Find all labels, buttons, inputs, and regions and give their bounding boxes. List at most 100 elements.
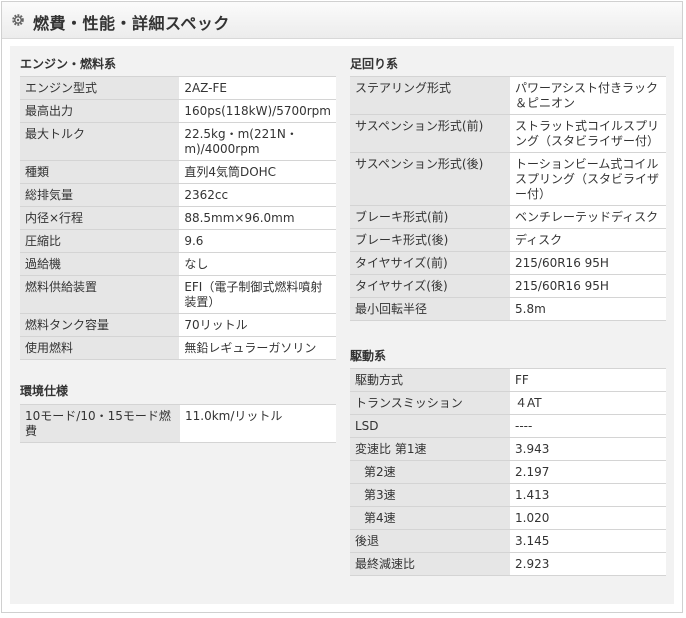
spec-row: 最小回転半径 5.8m [350, 297, 666, 321]
spec-value: 1.020 [510, 506, 666, 530]
spec-value: 2AZ-FE [179, 76, 336, 100]
spec-value: EFI（電子制御式燃料噴射装置） [179, 275, 336, 314]
spec-label: ステアリング形式 [350, 76, 510, 115]
spec-row: ブレーキ形式(後) ディスク [350, 228, 666, 252]
spec-row: サスペンション形式(後) トーションビーム式コイルスプリング（スタビライザー付） [350, 152, 666, 206]
environment-spec-table: 10モード/10・15モード燃費 11.0km/リットル [20, 404, 336, 443]
spec-row: ブレーキ形式(前) ベンチレーテッドディスク [350, 205, 666, 229]
spec-row: 内径×行程 88.5mm×96.0mm [20, 206, 336, 230]
spec-row: 総排気量 2362cc [20, 183, 336, 207]
section-title-engine: エンジン・燃料系 [20, 57, 117, 71]
spec-label: サスペンション形式(後) [350, 152, 510, 206]
spec-value: ---- [510, 414, 666, 438]
spec-row: 駆動方式 FF [350, 368, 666, 392]
spec-value: 215/60R16 95H [510, 251, 666, 275]
spec-row: 燃料タンク容量 70リットル [20, 313, 336, 337]
spec-label: トランスミッション [350, 391, 510, 415]
spec-row: タイヤサイズ(後) 215/60R16 95H [350, 274, 666, 298]
spec-row: 最終減速比 2.923 [350, 552, 666, 576]
spec-value: 直列4気筒DOHC [179, 160, 336, 184]
spec-label: タイヤサイズ(前) [350, 251, 510, 275]
spec-label: 使用燃料 [20, 336, 180, 360]
spec-panel: エンジン・燃料系 エンジン型式 2AZ-FE 最高出力 160ps(118kW)/57… [10, 46, 674, 604]
spec-label: サスペンション形式(前) [350, 114, 510, 153]
spec-value: 無鉛レギュラーガソリン [179, 336, 336, 360]
spec-label: 過給機 [20, 252, 180, 276]
spec-row: 過給機 なし [20, 252, 336, 276]
spec-row: 最高出力 160ps(118kW)/5700rpm [20, 99, 336, 123]
spec-label: 最大トルク [20, 122, 180, 161]
spec-label: エンジン型式 [20, 76, 180, 100]
spec-value: 160ps(118kW)/5700rpm [179, 99, 336, 123]
spec-label: 最終減速比 [350, 552, 510, 576]
spec-label: 第4速 [350, 506, 510, 530]
suspension-spec-table: ステアリング形式 パワーアシスト付きラック＆ピニオン サスペンション形式(前) ストラ… [350, 76, 666, 321]
spec-label: タイヤサイズ(後) [350, 274, 510, 298]
spec-value: 70リットル [179, 313, 336, 337]
spec-label: 燃料供給装置 [20, 275, 180, 314]
spec-label: 変速比 第1速 [350, 437, 510, 461]
spec-value: 11.0km/リットル [180, 404, 336, 443]
spec-row: 使用燃料 無鉛レギュラーガソリン [20, 336, 336, 360]
section-title-environment: 環境仕様 [20, 384, 69, 398]
spec-row: 変速比 第1速 3.943 [350, 437, 666, 461]
spec-label: 燃料タンク容量 [20, 313, 180, 337]
spec-label: 駆動方式 [350, 368, 510, 392]
spec-label: ブレーキ形式(前) [350, 205, 510, 229]
spec-row: 最大トルク 22.5kg・m(221N・m)/4000rpm [20, 122, 336, 161]
spec-label: 内径×行程 [20, 206, 180, 230]
spec-row: タイヤサイズ(前) 215/60R16 95H [350, 251, 666, 275]
spec-row: 燃料供給装置 EFI（電子制御式燃料噴射装置） [20, 275, 336, 314]
spec-label: 第2速 [350, 460, 510, 484]
spec-widget: 燃費・性能・詳細スペック エンジン・燃料系 エンジン型式 2AZ-FE 最高出力 16… [1, 1, 683, 613]
spec-row: 後退 3.145 [350, 529, 666, 553]
spec-label: 後退 [350, 529, 510, 553]
spec-value: 2.197 [510, 460, 666, 484]
spec-value: なし [179, 252, 336, 276]
spec-value: 3.145 [510, 529, 666, 553]
spec-value: 1.413 [510, 483, 666, 507]
spec-row: サスペンション形式(前) ストラット式コイルスプリング（スタビライザー付） [350, 114, 666, 153]
spec-row: 圧縮比 9.6 [20, 229, 336, 253]
spec-value: 2.923 [510, 552, 666, 576]
spec-value: ４AT [510, 391, 666, 415]
spec-value: 2362cc [179, 183, 336, 207]
spec-row: ステアリング形式 パワーアシスト付きラック＆ピニオン [350, 76, 666, 115]
spec-value: トーションビーム式コイルスプリング（スタビライザー付） [510, 152, 666, 206]
spec-row: 第4速 1.020 [350, 506, 666, 530]
spec-label: 種類 [20, 160, 180, 184]
spec-row: 10モード/10・15モード燃費 11.0km/リットル [20, 404, 336, 443]
spec-label: LSD [350, 414, 510, 438]
gear-icon [12, 14, 24, 26]
spec-value: ベンチレーテッドディスク [510, 205, 666, 229]
spec-value: 88.5mm×96.0mm [179, 206, 336, 230]
spec-header: 燃費・性能・詳細スペック [2, 2, 682, 39]
spec-label: 総排気量 [20, 183, 180, 207]
spec-row: LSD ---- [350, 414, 666, 438]
drive-spec-table: 駆動方式 FF トランスミッション ４AT LSD ---- 変速比 第1速 3.943 第2速… [350, 368, 666, 576]
spec-row: 第2速 2.197 [350, 460, 666, 484]
spec-label: 第3速 [350, 483, 510, 507]
spec-value: 215/60R16 95H [510, 274, 666, 298]
spec-label: 最小回転半径 [350, 297, 510, 321]
engine-spec-table: エンジン型式 2AZ-FE 最高出力 160ps(118kW)/5700rpm 最大トル… [20, 76, 336, 360]
spec-row: 第3速 1.413 [350, 483, 666, 507]
spec-row: トランスミッション ４AT [350, 391, 666, 415]
spec-value: ディスク [510, 228, 666, 252]
spec-value: FF [510, 368, 666, 392]
spec-row: 種類 直列4気筒DOHC [20, 160, 336, 184]
spec-value: 3.943 [510, 437, 666, 461]
page-title: 燃費・性能・詳細スペック [33, 14, 230, 33]
spec-value: パワーアシスト付きラック＆ピニオン [510, 76, 666, 115]
spec-label: 10モード/10・15モード燃費 [20, 404, 180, 443]
section-title-drive: 駆動系 [350, 349, 387, 363]
spec-value: 22.5kg・m(221N・m)/4000rpm [179, 122, 336, 161]
spec-value: ストラット式コイルスプリング（スタビライザー付） [510, 114, 666, 153]
section-title-suspension: 足回り系 [350, 57, 399, 71]
spec-label: ブレーキ形式(後) [350, 228, 510, 252]
spec-row: エンジン型式 2AZ-FE [20, 76, 336, 100]
spec-value: 5.8m [510, 297, 666, 321]
spec-label: 圧縮比 [20, 229, 180, 253]
spec-value: 9.6 [179, 229, 336, 253]
spec-label: 最高出力 [20, 99, 180, 123]
